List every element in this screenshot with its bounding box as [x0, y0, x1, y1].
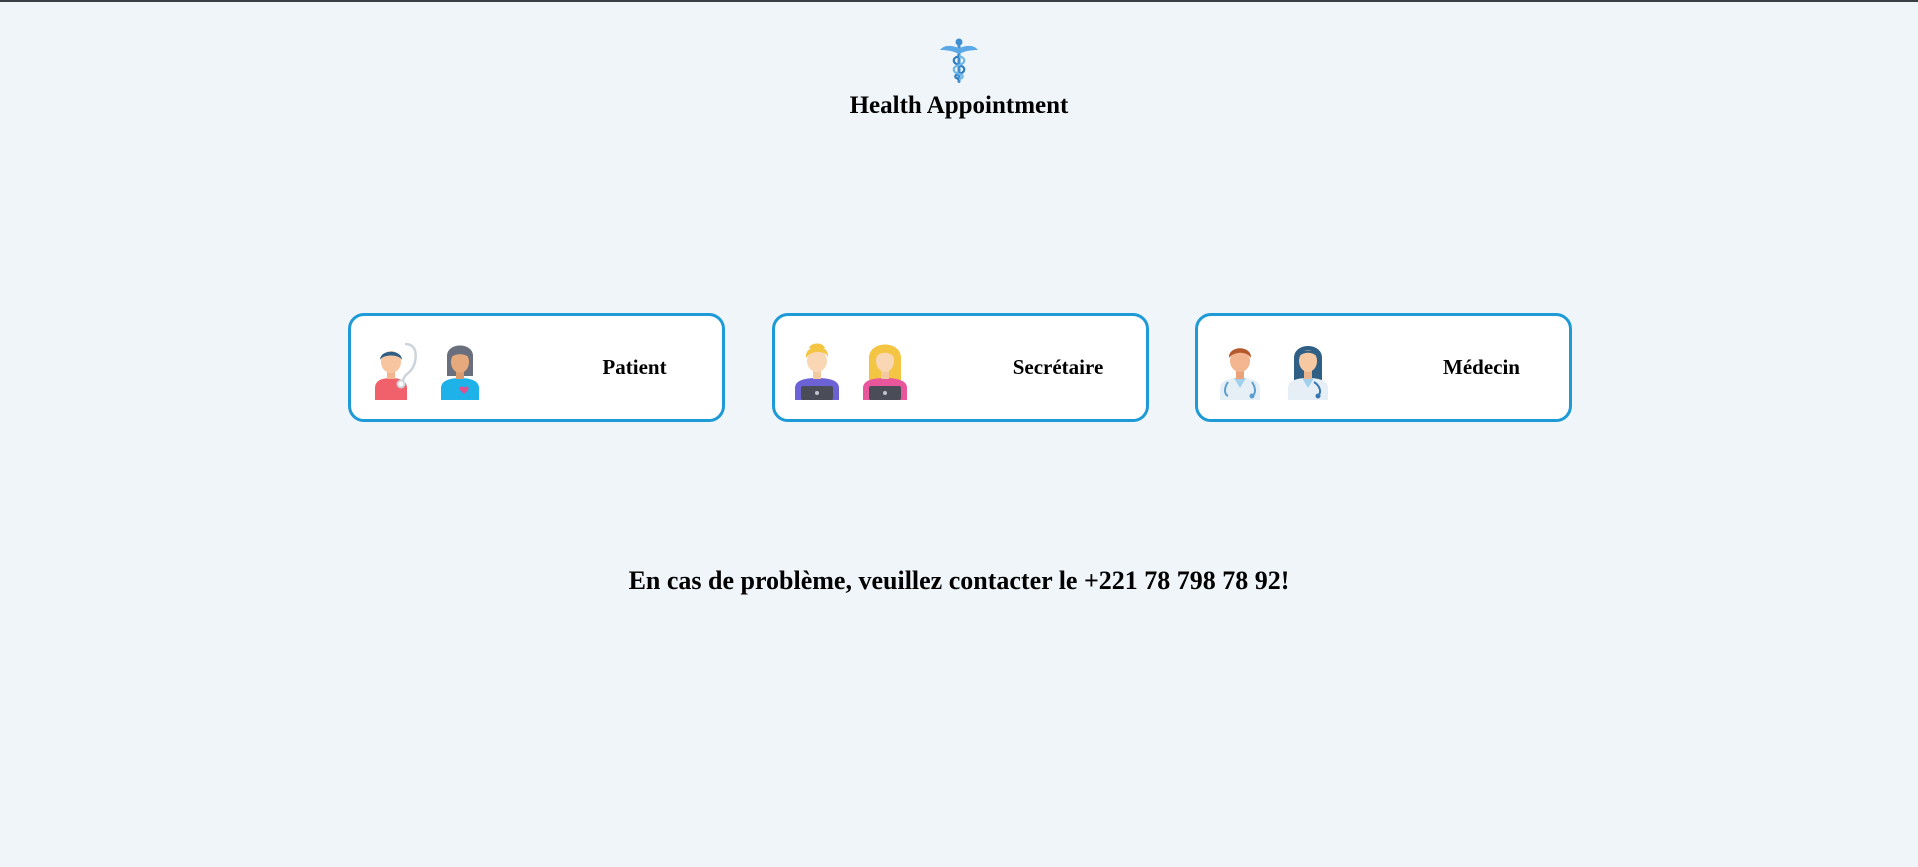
role-label: Secrétaire — [1012, 355, 1104, 379]
role-card-doctor[interactable]: Médecin — [1195, 313, 1572, 422]
role-label: Patient — [602, 355, 667, 379]
doctor-woman-icon — [1288, 345, 1328, 400]
secretary-woman-icon — [862, 344, 907, 400]
header: Health Appointment — [0, 38, 1918, 120]
role-card-secretary[interactable]: Secrétaire — [771, 313, 1149, 422]
role-card-patient[interactable]: Patient — [348, 313, 725, 422]
role-selection: Patient Secrétaire Médecin — [348, 313, 1572, 422]
avatar-group — [793, 336, 913, 400]
avatar-group — [1216, 336, 1336, 400]
top-border — [0, 0, 1918, 2]
role-label: Médecin — [1443, 355, 1520, 379]
caduceus-icon — [940, 38, 978, 83]
secretary-man-icon — [794, 343, 839, 400]
avatar-group — [369, 336, 489, 400]
patient-woman-icon — [441, 345, 479, 400]
app-title: Health Appointment — [849, 92, 1069, 119]
patient-man-icon — [375, 342, 417, 400]
contact-message: En cas de problème, veuillez contacter l… — [628, 566, 1290, 595]
doctor-man-icon — [1220, 347, 1260, 400]
